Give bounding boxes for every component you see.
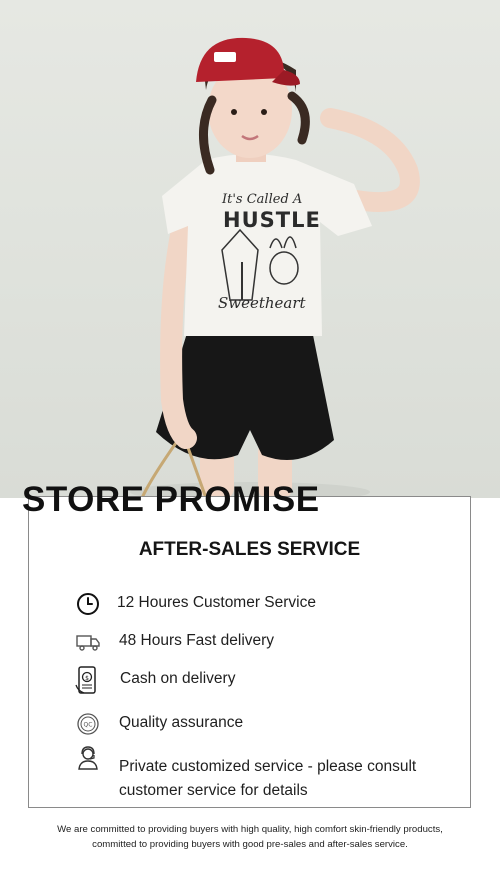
shirt-print-main: HUSTLE (223, 208, 321, 232)
after-sales-panel: AFTER-SALES SERVICE 12 Houres Customer S… (28, 496, 471, 808)
service-label: 12 Houres Customer Service (117, 594, 316, 611)
product-photo: It's Called A HUSTLE Sweetheart (0, 0, 500, 498)
service-label: 48 Hours Fast delivery (119, 632, 275, 649)
delivery-truck-icon (75, 629, 101, 655)
customer-service-agent-icon (75, 745, 101, 771)
service-item-cash-on-delivery: $ Cash on delivery (75, 665, 438, 697)
shirt-print-top: It's Called A (222, 192, 303, 207)
service-item-quality-assurance: QC Quality assurance (75, 711, 437, 737)
commitment-line-1: We are committed to providing buyers wit… (57, 824, 443, 835)
svg-text:QC: QC (84, 722, 93, 729)
service-label: Quality assurance (119, 714, 244, 731)
cash-on-delivery-icon: $ (75, 665, 101, 697)
clock-icon (75, 591, 101, 617)
store-promise-title: STORE PROMISE (22, 480, 320, 519)
service-item-fast-delivery: 48 Hours Fast delivery (75, 629, 437, 655)
service-item-customer-service: 12 Houres Customer Service (75, 591, 435, 617)
commitment-line-2: committed to providing buyers with good … (92, 839, 408, 850)
service-item-private-service: Private customized service - please cons… (75, 745, 437, 803)
after-sales-title: AFTER-SALES SERVICE (138, 539, 361, 560)
service-label: Private customized service - please cons… (119, 758, 417, 799)
svg-text:$: $ (85, 675, 89, 682)
commitment-text: We are committed to providing buyers wit… (20, 822, 480, 852)
service-label: Cash on delivery (120, 670, 236, 687)
shirt-print-bottom: Sweetheart (218, 294, 306, 312)
model-illustration (130, 37, 420, 498)
quality-badge-icon: QC (75, 711, 101, 737)
